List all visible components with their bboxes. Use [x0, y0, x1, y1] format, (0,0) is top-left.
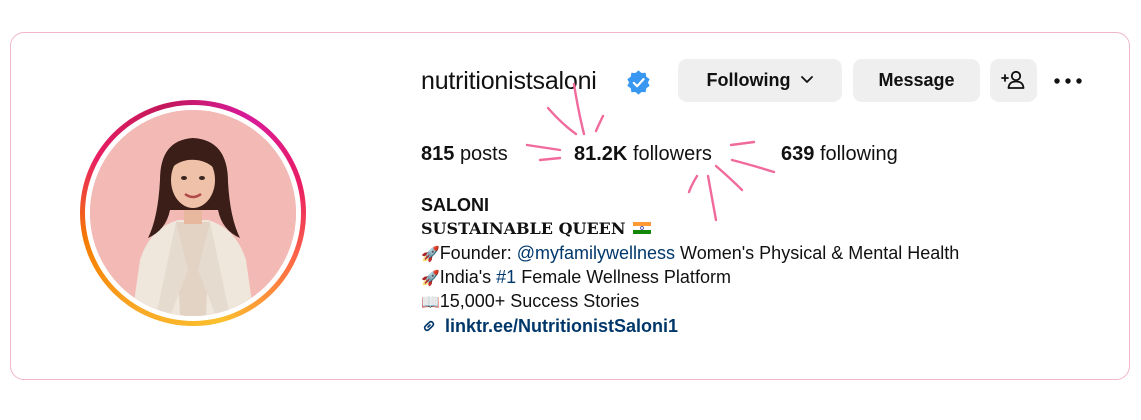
bio-line1-suffix: Women's Physical & Mental Health	[675, 243, 960, 263]
message-button[interactable]: Message	[853, 59, 980, 102]
bio-line1-prefix: Founder:	[439, 243, 517, 263]
india-flag-icon	[633, 222, 652, 234]
following-label: following	[819, 143, 898, 165]
rocket-icon: 🚀	[421, 245, 440, 263]
rocket-icon: 🚀	[421, 269, 440, 287]
bio-link-text: linktr.ee/NutritionistSaloni1	[445, 316, 679, 336]
bio-tagline-text: SUSTAINABLE QUEEN	[421, 219, 626, 238]
message-button-label: Message	[878, 70, 955, 90]
posts-count: 815	[421, 143, 455, 165]
posts-label: posts	[459, 143, 508, 165]
bio-line-stories: 📖15,000+ Success Stories	[421, 289, 639, 314]
following-count: 639	[781, 143, 815, 165]
mention-link[interactable]: @myfamilywellness	[517, 243, 675, 263]
add-user-icon	[1001, 70, 1025, 89]
suggest-accounts-button[interactable]	[990, 59, 1037, 102]
link-icon	[423, 320, 435, 331]
hashtag-link[interactable]: #1	[496, 267, 516, 287]
chevron-down-icon	[800, 75, 813, 83]
followers-count: 81.2K	[574, 143, 628, 165]
profile-photo	[90, 110, 296, 316]
bio-line2-suffix: Female Wellness Platform	[516, 267, 731, 287]
followers-label: followers	[632, 143, 712, 165]
following-stat[interactable]: 639 following	[781, 140, 898, 168]
bio-line3-text: 15,000+ Success Stories	[439, 291, 640, 311]
more-options-icon[interactable]	[1051, 69, 1085, 93]
bio-external-link[interactable]: linktr.ee/NutritionistSaloni1	[421, 314, 678, 338]
following-button[interactable]: Following	[678, 59, 842, 102]
open-book-icon: 📖	[421, 293, 440, 311]
bio-line2-prefix: India's	[439, 267, 497, 287]
bio-line-founder: 🚀Founder: @myfamilywellness Women's Phys…	[421, 241, 959, 266]
story-ring[interactable]	[80, 100, 306, 326]
posts-stat: 815 posts	[421, 140, 508, 168]
followers-stat[interactable]: 81.2K followers	[574, 140, 712, 168]
verified-badge-icon	[627, 70, 650, 95]
bio-line-platform: 🚀India's #1 Female Wellness Platform	[421, 265, 731, 290]
bio-name: SALONI	[421, 195, 490, 215]
following-button-label: Following	[706, 70, 791, 90]
username[interactable]: nutritionistsaloni	[421, 64, 597, 98]
bio-tagline: SUSTAINABLE QUEEN	[421, 217, 652, 241]
avatar[interactable]	[90, 110, 296, 316]
